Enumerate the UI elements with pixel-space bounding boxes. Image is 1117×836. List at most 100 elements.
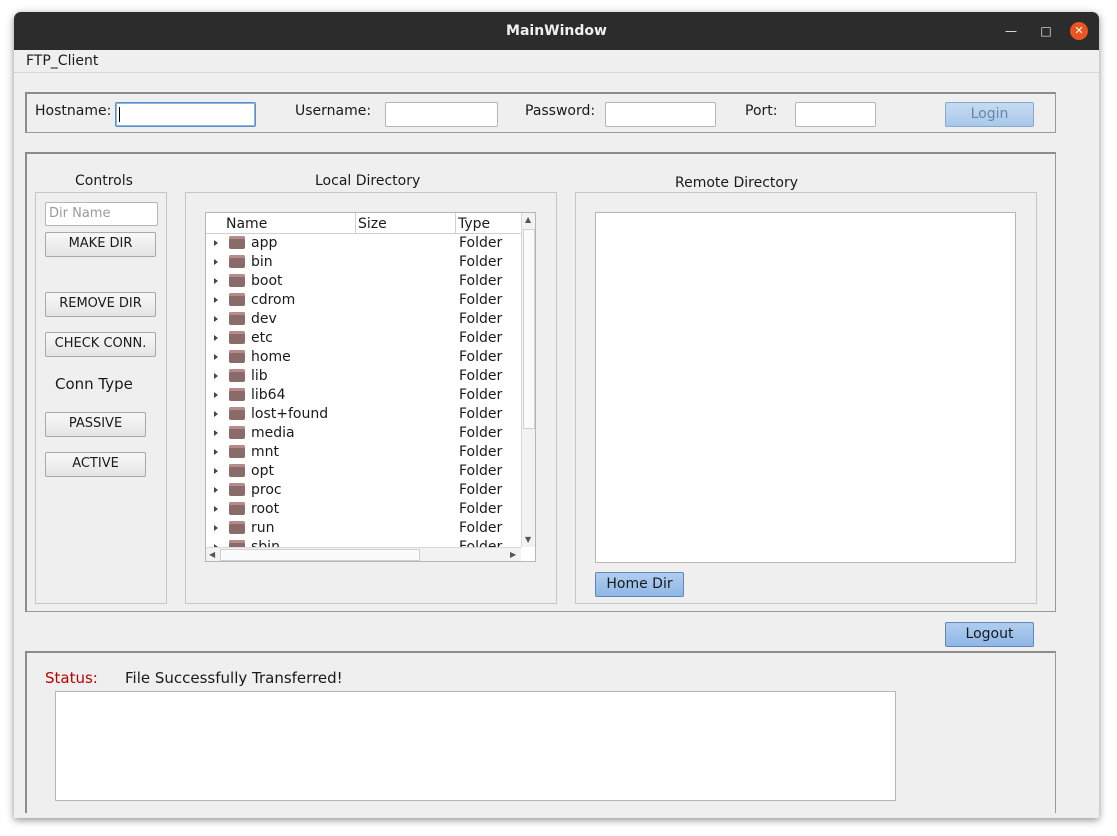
scroll-down-icon[interactable]: ▼ [525, 535, 531, 544]
dir-name-placeholder: Dir Name [49, 206, 111, 221]
expand-arrow-icon[interactable] [214, 278, 218, 284]
password-input[interactable] [605, 102, 716, 127]
dir-name-input[interactable]: Dir Name [45, 202, 158, 226]
expand-arrow-icon[interactable] [214, 373, 218, 379]
check-conn-button[interactable]: CHECK CONN. [45, 332, 156, 357]
column-header-name[interactable]: Name [226, 216, 267, 232]
minimize-icon[interactable]: — [1002, 22, 1020, 40]
tree-row-name: root [251, 501, 280, 517]
tree-row[interactable]: opt Folder [206, 462, 521, 481]
tree-row-type: Folder [459, 444, 503, 460]
remove-dir-button[interactable]: REMOVE DIR [45, 292, 156, 317]
tree-row-type: Folder [459, 406, 503, 422]
tree-row[interactable]: sbin Folder [206, 538, 521, 547]
column-header-size[interactable]: Size [358, 216, 387, 232]
folder-icon [229, 293, 245, 306]
column-header-type[interactable]: Type [458, 216, 490, 232]
tree-row-name: cdrom [251, 292, 296, 308]
expand-arrow-icon[interactable] [214, 240, 218, 246]
tree-row[interactable]: lost+found Folder [206, 405, 521, 424]
expand-arrow-icon[interactable] [214, 506, 218, 512]
horizontal-scrollbar[interactable]: ◀ ▶ [206, 547, 521, 561]
tree-row[interactable]: cdrom Folder [206, 291, 521, 310]
maximize-icon[interactable]: □ [1037, 22, 1055, 40]
tree-row[interactable]: lib Folder [206, 367, 521, 386]
remote-file-list[interactable] [595, 212, 1016, 563]
tree-row-type: Folder [459, 539, 503, 547]
make-dir-button[interactable]: MAKE DIR [45, 232, 156, 257]
column-divider[interactable] [355, 213, 356, 233]
tree-row[interactable]: app Folder [206, 234, 521, 253]
tree-row-name: lost+found [251, 406, 329, 422]
tree-row-name: opt [251, 463, 274, 479]
vertical-scrollbar[interactable]: ▲ ▼ [521, 213, 535, 547]
tree-row[interactable]: boot Folder [206, 272, 521, 291]
tree-row[interactable]: proc Folder [206, 481, 521, 500]
title-bar: MainWindow — □ ✕ [14, 12, 1099, 50]
status-log[interactable] [55, 691, 896, 801]
tree-row-type: Folder [459, 273, 503, 289]
expand-arrow-icon[interactable] [214, 259, 218, 265]
expand-arrow-icon[interactable] [214, 411, 218, 417]
tree-row-name: home [251, 349, 291, 365]
folder-icon [229, 521, 245, 534]
folder-icon [229, 388, 245, 401]
local-file-tree[interactable]: Name Size Type app Folder bin Folder boot Fol… [205, 212, 536, 562]
tree-row-name: boot [251, 273, 283, 289]
login-button[interactable]: Login [945, 102, 1034, 127]
passive-button[interactable]: PASSIVE [45, 412, 146, 437]
active-button[interactable]: ACTIVE [45, 452, 146, 477]
folder-icon [229, 331, 245, 344]
tree-row-name: media [251, 425, 295, 441]
port-label: Port: [745, 103, 778, 119]
tree-row[interactable]: dev Folder [206, 310, 521, 329]
status-label: Status: [45, 669, 98, 687]
vertical-scroll-thumb[interactable] [523, 229, 535, 429]
expand-arrow-icon[interactable] [214, 487, 218, 493]
tree-row[interactable]: mnt Folder [206, 443, 521, 462]
tree-header: Name Size Type [206, 213, 521, 234]
tree-row-type: Folder [459, 501, 503, 517]
expand-arrow-icon[interactable] [214, 525, 218, 531]
scroll-left-icon[interactable]: ◀ [209, 550, 215, 559]
tree-row-name: bin [251, 254, 273, 270]
expand-arrow-icon[interactable] [214, 335, 218, 341]
tree-row[interactable]: home Folder [206, 348, 521, 367]
expand-arrow-icon[interactable] [214, 297, 218, 303]
folder-icon [229, 445, 245, 458]
expand-arrow-icon[interactable] [214, 449, 218, 455]
text-caret [119, 107, 120, 122]
folder-icon [229, 483, 245, 496]
scroll-right-icon[interactable]: ▶ [510, 550, 516, 559]
tree-row[interactable]: bin Folder [206, 253, 521, 272]
tree-row-name: lib [251, 368, 268, 384]
menu-ftp-client[interactable]: FTP_Client [26, 53, 98, 69]
folder-icon [229, 236, 245, 249]
expand-arrow-icon[interactable] [214, 430, 218, 436]
port-input[interactable] [795, 102, 876, 127]
logout-button[interactable]: Logout [945, 622, 1034, 647]
tree-row-name: app [251, 235, 278, 251]
tree-row-type: Folder [459, 368, 503, 384]
expand-arrow-icon[interactable] [214, 354, 218, 360]
tree-row[interactable]: lib64 Folder [206, 386, 521, 405]
tree-row[interactable]: run Folder [206, 519, 521, 538]
tree-row[interactable]: root Folder [206, 500, 521, 519]
expand-arrow-icon[interactable] [214, 316, 218, 322]
horizontal-scroll-thumb[interactable] [220, 549, 420, 561]
folder-icon [229, 369, 245, 382]
username-input[interactable] [385, 102, 498, 127]
hostname-input[interactable] [115, 102, 256, 127]
tree-row-name: dev [251, 311, 277, 327]
tree-row[interactable]: media Folder [206, 424, 521, 443]
expand-arrow-icon[interactable] [214, 468, 218, 474]
folder-icon [229, 426, 245, 439]
scroll-up-icon[interactable]: ▲ [525, 215, 531, 224]
tree-row-type: Folder [459, 425, 503, 441]
tree-row[interactable]: etc Folder [206, 329, 521, 348]
close-icon[interactable]: ✕ [1070, 22, 1088, 40]
tree-row-type: Folder [459, 330, 503, 346]
column-divider[interactable] [455, 213, 456, 233]
expand-arrow-icon[interactable] [214, 392, 218, 398]
home-dir-button[interactable]: Home Dir [595, 572, 684, 597]
